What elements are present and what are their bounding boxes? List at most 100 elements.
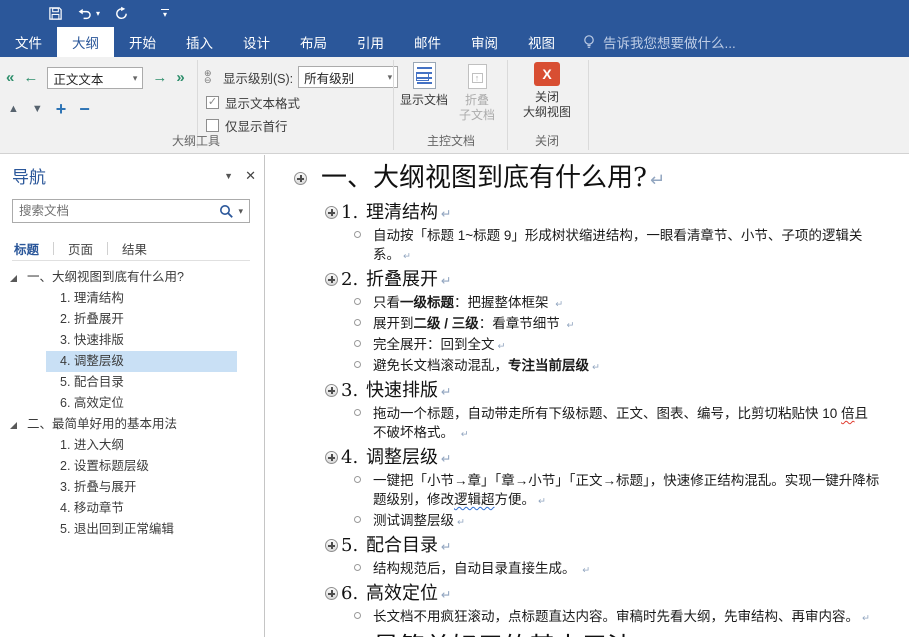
close-pane-icon[interactable]: ✕ bbox=[245, 168, 256, 184]
tab-mailings[interactable]: 邮件 bbox=[399, 27, 456, 57]
undo-dropdown-caret[interactable]: ▾ bbox=[96, 10, 100, 18]
collapse-triangle-icon[interactable] bbox=[10, 275, 17, 282]
outline-heading-2[interactable]: 5.配合目录↵ bbox=[266, 534, 909, 559]
heading-text[interactable]: 6.高效定位↵ bbox=[341, 583, 452, 604]
body-text[interactable]: 避免长文档滚动混乱，专注当前层级↵ bbox=[373, 356, 909, 377]
outline-heading-2[interactable]: 4.调整层级↵ bbox=[266, 446, 909, 471]
promote-button[interactable]: ← bbox=[23, 69, 38, 87]
tab-outline[interactable]: 大纲 bbox=[57, 27, 114, 57]
expand-plus-icon[interactable] bbox=[325, 451, 338, 464]
body-text[interactable]: 长文档不用疯狂滚动，点标题直达内容。审稿时先看大纲，先审结构、再审内容。↵ bbox=[373, 607, 909, 628]
show-level-select[interactable]: 所有级别 ▾ bbox=[298, 66, 398, 88]
nav-tab-页面[interactable]: 页面 bbox=[54, 239, 107, 258]
body-text[interactable]: 结构规范后，自动目录直接生成。 ↵ bbox=[373, 559, 909, 580]
tell-me-box[interactable]: 告诉我您想要做什么... bbox=[570, 27, 748, 57]
outline-body-paragraph[interactable]: 一键把「小节→章」「章→小节」「正文→标题」，快速修正结构混乱。实现一键升降标题… bbox=[266, 471, 909, 511]
outline-heading-2[interactable]: 6.高效定位↵ bbox=[266, 582, 909, 607]
tab-review[interactable]: 审阅 bbox=[456, 27, 513, 57]
body-circle-icon[interactable] bbox=[354, 231, 361, 238]
promote-to-heading1-button[interactable]: « bbox=[6, 69, 14, 87]
outline-body-paragraph[interactable]: 自动按「标题 1~标题 9」形成树状缩进结构，一眼看清章节、小节、子项的逻辑关系… bbox=[266, 226, 909, 266]
heading-text[interactable]: 1.理清结构↵ bbox=[341, 202, 452, 223]
outline-body-paragraph[interactable]: 完全展开：回到全文↵ bbox=[266, 335, 909, 356]
repeat-button[interactable] bbox=[114, 6, 129, 21]
collapse-subdocuments-button[interactable]: ↑ 折叠子文档 bbox=[452, 62, 502, 123]
pane-options-dropdown[interactable]: ▼ bbox=[224, 171, 233, 181]
body-text[interactable]: 拖动一个标题，自动带走所有下级标题、正文、图表、编号，比剪切粘贴快 10 倍且不… bbox=[373, 404, 909, 444]
move-down-button[interactable]: ▼ bbox=[32, 103, 43, 115]
search-icon[interactable] bbox=[219, 204, 234, 219]
outline-body-paragraph[interactable]: 长文档不用疯狂滚动，点标题直达内容。审稿时先看大纲，先审结构、再审内容。↵ bbox=[266, 607, 909, 628]
expand-button[interactable]: + bbox=[56, 101, 67, 117]
outline-body-paragraph[interactable]: 展开到二级 / 三级：看章节细节 ↵ bbox=[266, 314, 909, 335]
tab-insert[interactable]: 插入 bbox=[171, 27, 228, 57]
nav-tree-item[interactable]: 1. 进入大纲 bbox=[0, 435, 264, 456]
body-circle-icon[interactable] bbox=[354, 319, 361, 326]
body-circle-icon[interactable] bbox=[354, 516, 361, 523]
body-circle-icon[interactable] bbox=[354, 564, 361, 571]
tab-references[interactable]: 引用 bbox=[342, 27, 399, 57]
body-text[interactable]: 测试调整层级↵ bbox=[373, 511, 909, 532]
outline-body-paragraph[interactable]: 只看一级标题：把握整体框架 ↵ bbox=[266, 293, 909, 314]
body-text[interactable]: 展开到二级 / 三级：看章节细节 ↵ bbox=[373, 314, 909, 335]
body-circle-icon[interactable] bbox=[354, 612, 361, 619]
checkbox-show-text-formatting[interactable]: ✓ 显示文本格式 bbox=[206, 93, 300, 112]
outline-level-select[interactable]: 正文文本 ▾ bbox=[47, 67, 143, 89]
body-circle-icon[interactable] bbox=[354, 409, 361, 416]
nav-tree-item[interactable]: 5. 配合目录 bbox=[0, 372, 264, 393]
nav-tree-item[interactable]: 1. 理清结构 bbox=[0, 288, 264, 309]
outline-heading-2[interactable]: 3.快速排版↵ bbox=[266, 379, 909, 404]
outline-body-paragraph[interactable]: 结构规范后，自动目录直接生成。 ↵ bbox=[266, 559, 909, 580]
search-options-dropdown[interactable]: ▾ bbox=[238, 206, 243, 217]
heading-text[interactable]: 二、最简单好用的基本用法↵ bbox=[321, 633, 651, 637]
body-text[interactable]: 自动按「标题 1~标题 9」形成树状缩进结构，一眼看清章节、小节、子项的逻辑关系… bbox=[373, 226, 909, 266]
nav-tree-item[interactable]: 3. 快速排版 bbox=[0, 330, 264, 351]
tab-home[interactable]: 开始 bbox=[114, 27, 171, 57]
outline-body-paragraph[interactable]: 拖动一个标题，自动带走所有下级标题、正文、图表、编号，比剪切粘贴快 10 倍且不… bbox=[266, 404, 909, 444]
expand-plus-icon[interactable] bbox=[325, 273, 338, 286]
body-text[interactable]: 完全展开：回到全文↵ bbox=[373, 335, 909, 356]
heading-text[interactable]: 4.调整层级↵ bbox=[341, 447, 452, 468]
outline-heading-2[interactable]: 2.折叠展开↵ bbox=[266, 268, 909, 293]
expand-plus-icon[interactable] bbox=[325, 587, 338, 600]
nav-tree-item[interactable]: 2. 设置标题层级 bbox=[0, 456, 264, 477]
body-circle-icon[interactable] bbox=[354, 298, 361, 305]
heading-text[interactable]: 3.快速排版↵ bbox=[341, 380, 452, 401]
body-circle-icon[interactable] bbox=[354, 476, 361, 483]
close-outline-view-button[interactable]: X 关闭大纲视图 bbox=[513, 62, 581, 120]
body-circle-icon[interactable] bbox=[354, 340, 361, 347]
nav-tree-item[interactable]: 4. 移动章节 bbox=[0, 498, 264, 519]
tab-design[interactable]: 设计 bbox=[228, 27, 285, 57]
collapse-button[interactable]: − bbox=[79, 101, 90, 117]
heading-text[interactable]: 2.折叠展开↵ bbox=[341, 269, 452, 290]
body-text[interactable]: 只看一级标题：把握整体框架 ↵ bbox=[373, 293, 909, 314]
nav-tree-item[interactable]: 二、最简单好用的基本用法 bbox=[0, 414, 264, 435]
expand-plus-icon[interactable] bbox=[325, 384, 338, 397]
outline-heading-1[interactable]: 二、最简单好用的基本用法↵ bbox=[266, 630, 909, 637]
nav-tree-item[interactable]: 5. 退出回到正常编辑 bbox=[0, 519, 264, 540]
customize-quick-access-toolbar-button[interactable]: ▾ bbox=[161, 9, 169, 19]
collapse-triangle-icon[interactable] bbox=[10, 422, 17, 429]
tab-view[interactable]: 视图 bbox=[513, 27, 570, 57]
outline-heading-1[interactable]: 一、大纲视图到底有什么用?↵ bbox=[266, 160, 909, 199]
nav-tree-item[interactable]: 6. 高效定位 bbox=[0, 393, 264, 414]
outline-body-paragraph[interactable]: 避免长文档滚动混乱，专注当前层级↵ bbox=[266, 356, 909, 377]
nav-tree-item[interactable]: 2. 折叠展开 bbox=[0, 309, 264, 330]
heading-text[interactable]: 一、大纲视图到底有什么用?↵ bbox=[321, 163, 665, 193]
search-input[interactable] bbox=[19, 204, 219, 218]
show-document-button[interactable]: 显示文档 bbox=[398, 62, 450, 108]
nav-tree-item[interactable]: 一、大纲视图到底有什么用? bbox=[0, 267, 264, 288]
nav-tree-item[interactable]: 3. 折叠与展开 bbox=[0, 477, 264, 498]
expand-plus-icon[interactable] bbox=[294, 172, 307, 185]
undo-button[interactable]: ▾ bbox=[77, 6, 100, 21]
outline-heading-2[interactable]: 1.理清结构↵ bbox=[266, 201, 909, 226]
tab-file[interactable]: 文件 bbox=[0, 27, 57, 57]
tab-layout[interactable]: 布局 bbox=[285, 27, 342, 57]
expand-plus-icon[interactable] bbox=[325, 206, 338, 219]
demote-button[interactable]: → bbox=[152, 69, 167, 87]
nav-tab-标题[interactable]: 标题 bbox=[12, 239, 53, 258]
outline-body-paragraph[interactable]: 测试调整层级↵ bbox=[266, 511, 909, 532]
expand-plus-icon[interactable] bbox=[325, 539, 338, 552]
move-up-button[interactable]: ▲ bbox=[8, 103, 19, 115]
body-circle-icon[interactable] bbox=[354, 361, 361, 368]
